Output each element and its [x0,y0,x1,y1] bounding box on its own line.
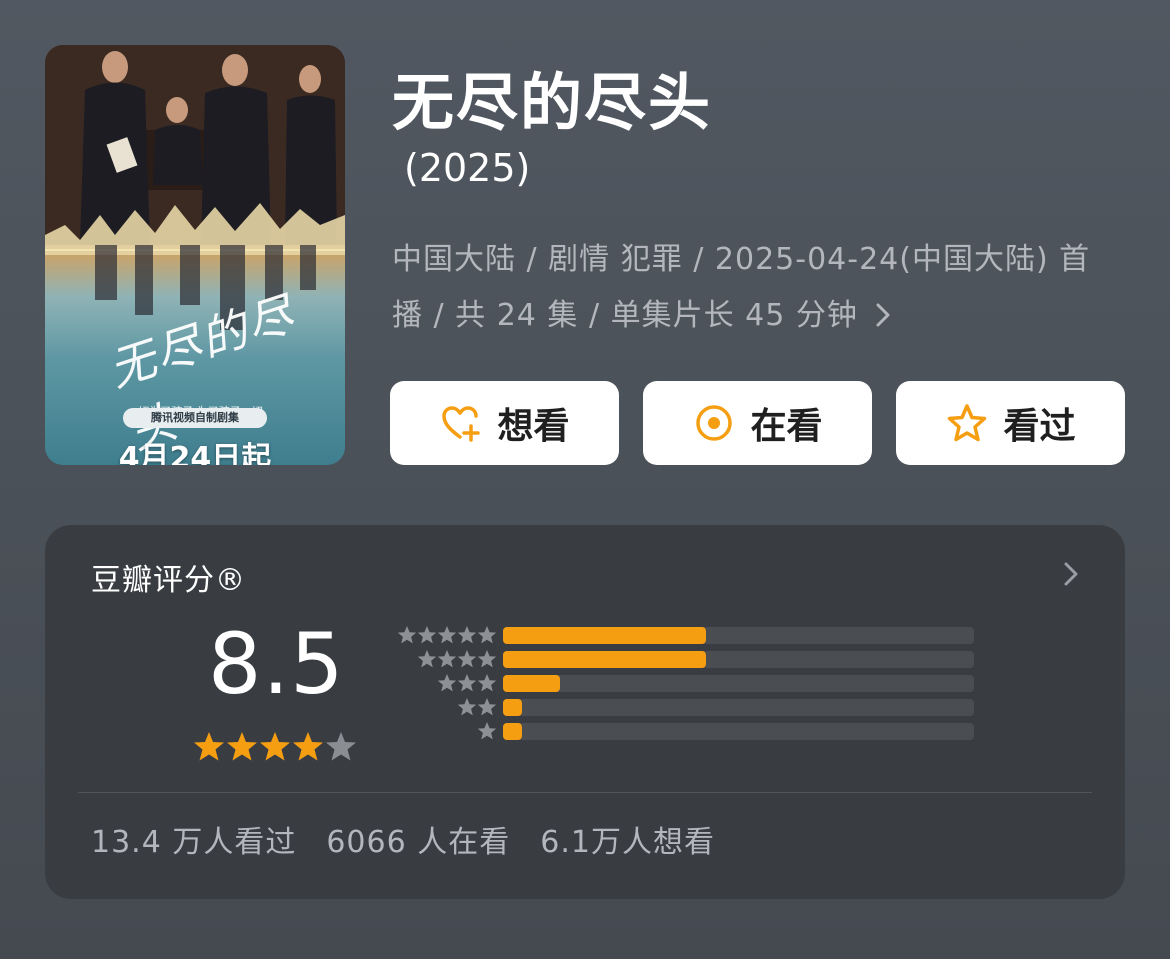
want-to-watch-label: 想看 [497,406,570,447]
stat-want: 6.1万人想看 [540,825,715,860]
meta-line-2: 播 / 共 24 集 / 单集片长 45 分钟 [392,288,1122,344]
stat-watched: 13.4 万人看过 [91,825,297,860]
distribution-stars-icon [457,698,497,716]
star-outline-icon [948,404,987,442]
heart-plus-icon [442,406,481,442]
distribution-stars-icon [437,674,497,692]
distribution-row-3 [383,673,983,693]
distribution-stars-icon [397,626,497,644]
rating-stats: 13.4 万人看过 6066 人在看 6.1万人想看 [91,817,715,861]
show-title: 无尽的尽头 [392,66,713,139]
distribution-row-4 [383,649,983,669]
target-circle-icon [696,405,733,441]
distribution-track [503,723,974,740]
stat-watching: 6066 人在看 [326,825,511,860]
distribution-track [503,675,974,692]
watching-label: 在看 [750,406,823,447]
watched-button[interactable]: 看过 [896,381,1125,465]
rating-card[interactable]: 豆瓣评分® 8.5 13.4 万人看过 6066 人在看 6.1万人想看 [45,525,1125,899]
meta-line-1: 中国大陆 / 剧情 犯罪 / 2025-04-24(中国大陆) 首 [392,242,1091,277]
distribution-fill-2 [503,699,522,716]
rating-card-title: 豆瓣评分® [91,563,246,598]
poster-date: 4月24日起 [118,441,272,465]
distribution-fill-4 [503,651,706,668]
distribution-row-5 [383,625,983,645]
poster-badge: 腾讯视频自制剧集 [123,408,267,428]
distribution-track [503,627,974,644]
action-buttons: 想看 在看 看过 [390,381,1125,465]
distribution-fill-5 [503,627,706,644]
meta-line-2-text: 播 / 共 24 集 / 单集片长 45 分钟 [392,298,858,333]
watching-button[interactable]: 在看 [643,381,872,465]
rating-score: 8.5 [208,615,345,713]
distribution-stars-icon [477,722,497,740]
show-year: (2025) [404,146,531,190]
divider [78,792,1092,793]
chevron-right-icon [874,288,892,344]
poster-image[interactable]: 无尽的尽头 一切为了孩子 为了孩子一切 腾讯视频自制剧集 4月24日起 [45,45,345,465]
distribution-track [503,651,974,668]
distribution-track [503,699,974,716]
watched-label: 看过 [1003,406,1076,447]
distribution-fill-1 [503,723,522,740]
rating-distribution [383,625,983,745]
chevron-right-icon [1064,562,1078,586]
distribution-fill-3 [503,675,560,692]
show-meta[interactable]: 中国大陆 / 剧情 犯罪 / 2025-04-24(中国大陆) 首 播 / 共 … [392,232,1122,344]
distribution-row-1 [383,721,983,741]
distribution-stars-icon [417,650,497,668]
distribution-row-2 [383,697,983,717]
want-to-watch-button[interactable]: 想看 [390,381,619,465]
rating-stars-icon [194,732,356,761]
